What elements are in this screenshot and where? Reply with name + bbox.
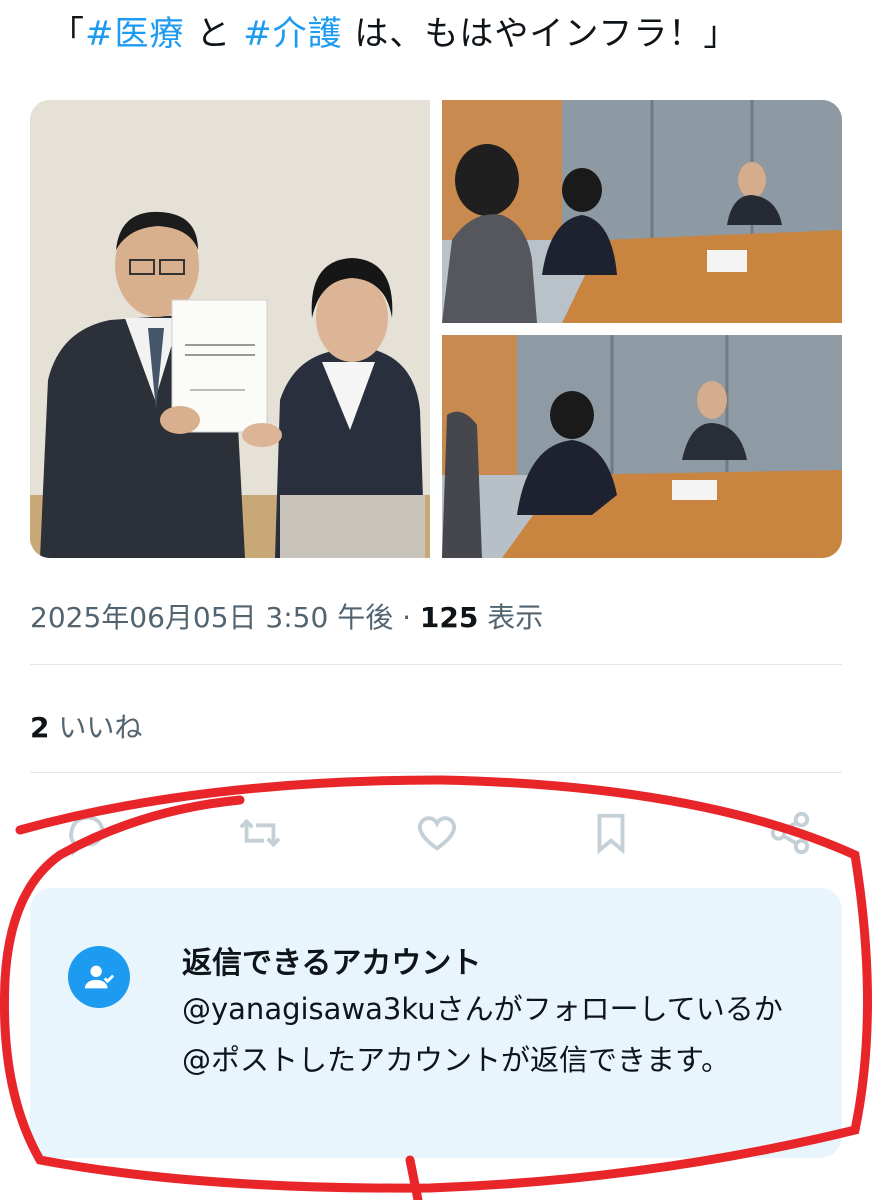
follow-check-icon bbox=[68, 946, 130, 1008]
share-button[interactable] bbox=[765, 808, 815, 858]
reply-restriction-card: 返信できるアカウント @yanagisawa3kuさんがフォローしているか@ポス… bbox=[30, 888, 842, 1158]
likes-summary[interactable]: 2 いいね bbox=[30, 706, 142, 746]
view-count: 125 bbox=[419, 601, 479, 634]
reply-button[interactable] bbox=[62, 808, 112, 858]
bookmark-button[interactable] bbox=[586, 808, 636, 858]
hashtag-link-care[interactable]: #介護 bbox=[243, 14, 343, 54]
post-text-rest: は、もはやインフラ！」 bbox=[342, 14, 739, 54]
retweet-icon bbox=[239, 818, 281, 848]
photo-meeting-1[interactable] bbox=[442, 100, 842, 323]
view-label: 表示 bbox=[478, 601, 544, 634]
like-icon bbox=[417, 816, 457, 851]
bookmark-icon bbox=[597, 813, 625, 855]
divider bbox=[30, 772, 842, 773]
like-button[interactable] bbox=[412, 808, 462, 858]
likes-count: 2 bbox=[30, 711, 50, 744]
share-icon bbox=[770, 811, 810, 855]
photo-handover[interactable] bbox=[30, 100, 430, 558]
post-text: 「#医療 と #介護 は、もはやインフラ！」 bbox=[50, 10, 850, 58]
reply-card-title: 返信できるアカウント bbox=[182, 946, 482, 981]
divider bbox=[30, 664, 842, 665]
post-quote-open: 「 bbox=[50, 14, 85, 54]
post-meta: 2025年06月05日 3:50 午後 · 125 表示 bbox=[30, 596, 543, 636]
hashtag-link-medical[interactable]: #医療 bbox=[85, 14, 185, 54]
reply-card-body: @yanagisawa3kuさんがフォローしているか@ポストしたアカウントが返信… bbox=[182, 992, 783, 1077]
action-bar bbox=[30, 808, 842, 858]
reply-icon bbox=[69, 815, 105, 856]
retweet-button[interactable] bbox=[235, 808, 285, 858]
likes-label: いいね bbox=[49, 711, 143, 744]
meta-separator: · bbox=[393, 601, 420, 634]
post-connector: と bbox=[184, 14, 244, 54]
timestamp[interactable]: 2025年06月05日 3:50 午後 bbox=[30, 601, 393, 634]
photo-meeting-2[interactable] bbox=[442, 335, 842, 558]
media-grid bbox=[30, 100, 842, 558]
